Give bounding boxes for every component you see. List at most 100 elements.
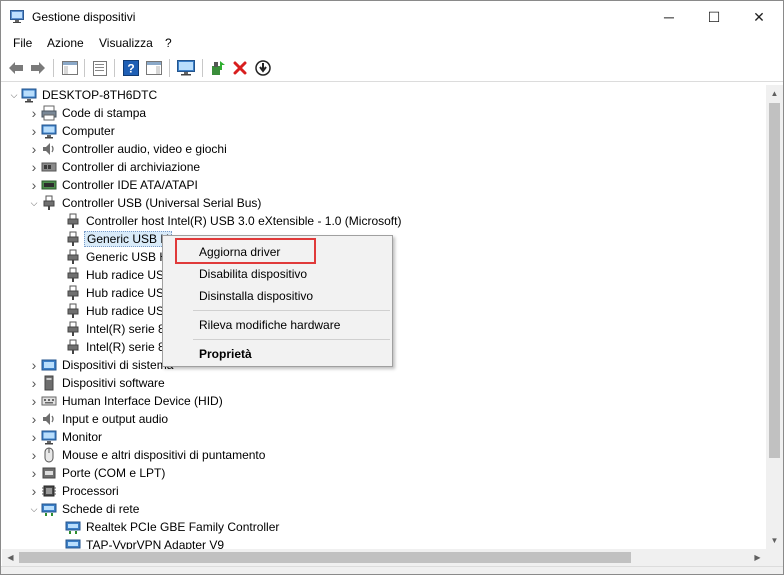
tree-item[interactable]: Generic USB H (46, 230, 173, 248)
tree-item[interactable]: ⌵ Controller USB (Universal Serial Bus) (27, 194, 261, 212)
tree-item[interactable]: › Porte (COM e LPT) (27, 464, 166, 482)
tree-item-label: Dispositivi di sistema (62, 358, 174, 372)
back-button[interactable] (6, 58, 26, 78)
tree-item[interactable]: › Dispositivi di sistema (27, 356, 174, 374)
chevron-right-icon[interactable]: › (27, 446, 41, 464)
tree-item[interactable]: › Controller audio, video e giochi (27, 140, 227, 158)
chevron-right-icon[interactable]: › (27, 356, 41, 374)
scroll-left-icon[interactable]: ◀ (2, 549, 19, 566)
status-bar (1, 566, 783, 574)
usb-icon (67, 321, 79, 336)
tree-root[interactable]: ⌵ DESKTOP-8TH6DTC (7, 86, 157, 104)
help-icon: ? (123, 60, 139, 76)
scroll-right-icon[interactable]: ▶ (749, 549, 766, 566)
scroll-down-icon[interactable]: ▼ (766, 532, 783, 549)
action-pane-button[interactable] (144, 58, 164, 78)
tree-item[interactable]: TAP-VyprVPN Adapter V9 (46, 536, 224, 549)
tree-item[interactable]: Controller host Intel(R) USB 3.0 eXtensi… (46, 212, 401, 230)
audio-icon (43, 143, 54, 155)
tree-item-label: Schede di rete (62, 502, 140, 516)
scan-hardware-button[interactable] (176, 58, 196, 78)
menu-visualizza[interactable]: Visualizza (99, 36, 153, 50)
chevron-right-icon[interactable]: › (27, 464, 41, 482)
maximize-button[interactable]: ☐ (691, 1, 737, 33)
horizontal-scroll-thumb[interactable] (19, 552, 631, 563)
menu-proprieta[interactable]: Proprietà (164, 343, 391, 365)
tree-item[interactable]: Hub radice USI (46, 302, 167, 320)
tree-item[interactable]: Generic USB H (46, 248, 168, 266)
tree-item[interactable]: › Input e output audio (27, 410, 168, 428)
forward-button[interactable] (28, 58, 48, 78)
properties-button[interactable] (90, 58, 110, 78)
port-icon (42, 467, 56, 479)
tree-root-label: DESKTOP-8TH6DTC (42, 88, 158, 102)
computer-icon (41, 124, 57, 139)
tree-item[interactable]: › Monitor (27, 428, 102, 446)
tree-item[interactable]: › Human Interface Device (HID) (27, 392, 223, 410)
tree-item[interactable]: Realtek PCIe GBE Family Controller (46, 518, 279, 536)
tree-item-label: Generic USB H (86, 250, 169, 264)
vertical-scrollbar[interactable]: ▲ ▼ (766, 85, 783, 549)
chevron-right-icon[interactable]: › (27, 158, 41, 176)
tree-item[interactable]: Intel(R) serie 8/ (46, 338, 168, 356)
monitor-icon (41, 430, 57, 445)
tree-item[interactable]: › Code di stampa (27, 104, 146, 122)
tree-item-label: Input e output audio (62, 412, 169, 426)
title-bar: Gestione dispositivi ─ ☐ ✕ (1, 1, 783, 33)
tree-item[interactable]: › Controller IDE ATA/ATAPI (27, 176, 198, 194)
horizontal-scrollbar[interactable]: ◀ ▶ (2, 549, 766, 566)
chevron-right-icon[interactable]: › (27, 410, 41, 428)
window-title: Gestione dispositivi (32, 10, 136, 24)
tree-item-label: Computer (62, 124, 115, 138)
network-adapter-icon (65, 521, 81, 534)
minimize-icon: ─ (664, 9, 674, 25)
chevron-down-icon[interactable]: ⌵ (7, 86, 21, 104)
menu-azione[interactable]: Azione (47, 36, 84, 50)
menu-disinstalla-dispositivo[interactable]: Disinstalla dispositivo (164, 285, 391, 307)
chevron-right-icon[interactable]: › (27, 122, 41, 140)
chevron-right-icon[interactable]: › (27, 140, 41, 158)
tree-item[interactable]: › Mouse e altri dispositivi di puntamento (27, 446, 266, 464)
chevron-down-icon[interactable]: ⌵ (27, 500, 41, 518)
chevron-right-icon[interactable]: › (27, 428, 41, 446)
vertical-scroll-thumb[interactable] (769, 103, 780, 458)
uninstall-device-button[interactable] (230, 58, 250, 78)
menu-disabilita-dispositivo[interactable]: Disabilita dispositivo (164, 263, 391, 285)
show-hide-action-pane-icon (146, 61, 162, 75)
chevron-right-icon[interactable]: › (27, 104, 41, 122)
tree-item-label: Realtek PCIe GBE Family Controller (86, 520, 280, 534)
tree-item[interactable]: › Controller di archiviazione (27, 158, 200, 176)
update-driver-button[interactable] (208, 58, 228, 78)
minimize-button[interactable]: ─ (646, 1, 692, 33)
close-button[interactable]: ✕ (736, 1, 782, 33)
tree-item[interactable]: › Computer (27, 122, 115, 140)
tree-item[interactable]: › Processori (27, 482, 119, 500)
tree-item[interactable]: Intel(R) serie 8/ (46, 320, 168, 338)
toolbar: ? (1, 54, 783, 82)
chevron-right-icon[interactable]: › (27, 482, 41, 500)
software-device-icon (44, 375, 54, 391)
chevron-right-icon[interactable]: › (27, 374, 41, 392)
tree-item[interactable]: Hub radice USI (46, 266, 167, 284)
back-arrow-icon (9, 62, 23, 74)
disable-device-button[interactable] (253, 58, 273, 78)
chevron-right-icon[interactable]: › (27, 176, 41, 194)
tree-item[interactable]: ⌵ Schede di rete (27, 500, 139, 518)
menu-rileva-modifiche-hardware[interactable]: Rileva modifiche hardware (164, 314, 391, 336)
svg-text:?: ? (127, 62, 134, 76)
tree-item-label: Mouse e altri dispositivi di puntamento (62, 448, 266, 462)
tree-item[interactable]: › Dispositivi software (27, 374, 165, 392)
tree-item-label: Hub radice USI (86, 268, 168, 282)
menu-help[interactable]: ? (165, 36, 172, 50)
help-button[interactable]: ? (121, 58, 141, 78)
chevron-down-icon[interactable]: ⌵ (27, 194, 41, 212)
menu-file[interactable]: File (13, 36, 32, 50)
console-tree-button[interactable] (60, 58, 80, 78)
scroll-up-icon[interactable]: ▲ (766, 85, 783, 102)
tree-item[interactable]: Hub radice USI (46, 284, 167, 302)
chevron-right-icon[interactable]: › (27, 392, 41, 410)
